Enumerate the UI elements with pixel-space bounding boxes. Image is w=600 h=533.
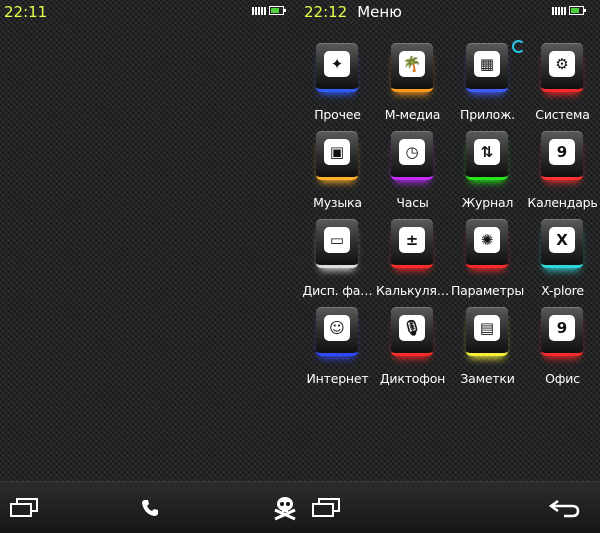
app-label: Параметры [450,283,525,298]
app-tile: ☺ [316,307,358,356]
app-tile: ± [391,219,433,268]
page-title: Меню [357,3,402,21]
notes-icon: ▤ [474,315,500,341]
app-tile: ▭ [316,219,358,268]
signal-icon [252,5,266,15]
left-status-bar: 22:11 [0,0,300,24]
right-task-switcher-button[interactable] [306,482,346,533]
app-label: Журнал [461,195,514,210]
app-label: Календарь [527,195,598,210]
app-tile: X [541,219,583,268]
task-switcher-icon [312,498,340,517]
app-label: Дисп. фа… [302,283,373,298]
app-tile: 9 [541,307,583,356]
left-task-switcher-button[interactable] [4,482,44,533]
app-clock[interactable]: ◷ Часы [375,128,450,210]
app-up-down-arrows[interactable]: ⇅ Журнал [450,128,525,210]
right-status-bar: 22:12 Меню [300,0,600,24]
up-down-arrows-icon: ⇅ [474,139,500,165]
app-label: М-медиа [384,107,441,122]
app-tile: ▦ [466,43,508,92]
app-calendar[interactable]: 9 Календарь [525,128,600,210]
calculator-icon: ± [399,227,425,253]
app-tile: ▤ [466,307,508,356]
x-file-icon: X [549,227,575,253]
right-clock: 22:12 [304,3,348,21]
left-clock: 22:11 [4,3,48,21]
battery-icon [569,5,586,15]
skull-app-button[interactable] [268,482,302,533]
back-button[interactable] [544,482,584,533]
app-tile: ✺ [466,219,508,268]
app-tile: ⚙ [541,43,583,92]
app-tile: 9 [541,131,583,180]
bottom-softkey-bar [0,481,600,533]
microphone-icon: 🎙 [399,315,425,341]
left-status-icons [252,5,286,15]
app-globe-face[interactable]: ☺ Интернет [300,304,375,386]
app-apps-grid[interactable]: ▦ Прилож. [450,40,525,122]
clock-icon: ◷ [399,139,425,165]
app-palm-tree[interactable]: 🌴 М-медиа [375,40,450,122]
app-label: Прочее [314,107,361,122]
app-label: Часы [396,195,429,210]
app-label: Музыка [313,195,362,210]
app-music-player[interactable]: ▣ Музыка [300,128,375,210]
app-x-file[interactable]: X X-plore [525,216,600,298]
app-tile: ▣ [316,131,358,180]
sparkle-icon: ✦ [324,51,350,77]
signal-icon [552,5,566,15]
app-label: X-plore [541,283,584,298]
calendar-icon: 9 [549,139,575,165]
app-label: Калькуля… [375,283,450,298]
call-button[interactable] [132,482,168,533]
skull-crossbones-icon [274,497,296,521]
app-label: Офис [545,371,580,386]
app-label: Система [535,107,590,122]
floppy-disk-icon: ▭ [324,227,350,253]
app-tile: ◷ [391,131,433,180]
app-sparkle[interactable]: ✦ Прочее [300,40,375,122]
cog-wheel-icon: ✺ [474,227,500,253]
phone-icon [142,500,158,516]
app-tile: 🌴 [391,43,433,92]
loading-spinner-icon [512,40,525,53]
battery-icon [269,5,286,15]
office-calendar-icon: 9 [549,315,575,341]
globe-face-icon: ☺ [324,315,350,341]
task-switcher-icon [10,498,38,517]
gear-icon: ⚙ [549,51,575,77]
app-label: Заметки [460,371,515,386]
app-label: Диктофон [379,371,446,386]
app-office-calendar[interactable]: 9 Офис [525,304,600,386]
app-tile: ⇅ [466,131,508,180]
app-notes[interactable]: ▤ Заметки [450,304,525,386]
right-status-icons [552,5,586,15]
app-calculator[interactable]: ± Калькуля… [375,216,450,298]
app-microphone[interactable]: 🎙 Диктофон [375,304,450,386]
music-player-icon: ▣ [324,139,350,165]
app-label: Прилож. [460,107,515,122]
app-cog-wheel[interactable]: ✺ Параметры [450,216,525,298]
back-arrow-icon [548,499,580,518]
app-gear[interactable]: ⚙ Система [525,40,600,122]
app-tile: 🎙 [391,307,433,356]
app-label: Интернет [306,371,369,386]
app-menu-grid: ✦ Прочее 🌴 М-медиа ▦ Прилож. ⚙ Система ▣ Музыка ◷ Ч… [300,40,600,386]
apps-grid-icon: ▦ [474,51,500,77]
palm-tree-icon: 🌴 [399,51,425,77]
app-tile: ✦ [316,43,358,92]
app-floppy-disk[interactable]: ▭ Дисп. фа… [300,216,375,298]
